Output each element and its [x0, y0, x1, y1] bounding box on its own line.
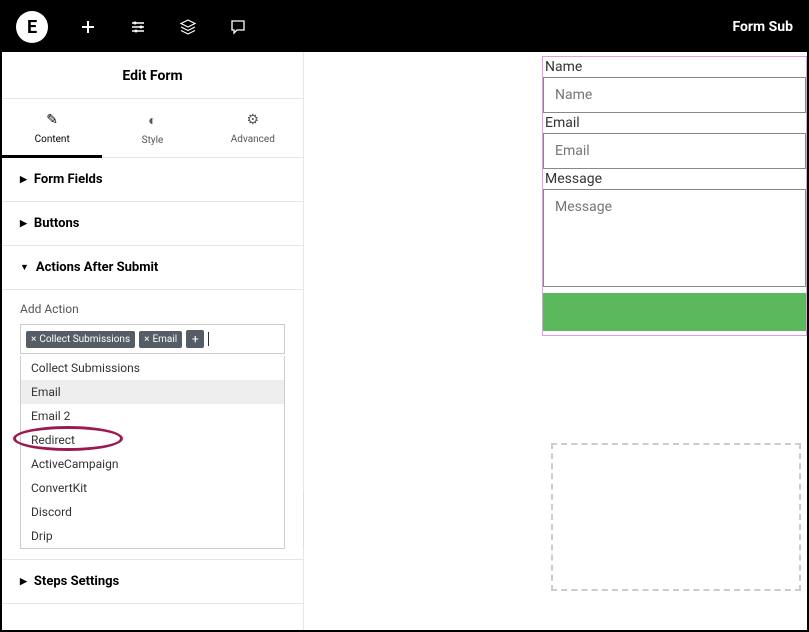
add-action-label: Add Action: [2, 290, 303, 324]
email-input[interactable]: [543, 133, 806, 169]
tab-label: Style: [142, 135, 164, 146]
section-label: Actions After Submit: [36, 260, 158, 275]
dropdown-item-drip[interactable]: Drip: [21, 524, 284, 548]
token-email[interactable]: × Email: [139, 331, 182, 348]
drop-zone[interactable]: [551, 443, 801, 591]
form-preview[interactable]: Name Email Message: [542, 56, 807, 336]
section-actions-after-submit[interactable]: ▼ Actions After Submit: [2, 246, 303, 290]
section-label: Buttons: [34, 216, 80, 231]
text-cursor: [208, 332, 209, 346]
add-token-button[interactable]: +: [186, 330, 204, 348]
add-action-dropdown[interactable]: Collect Submissions Email Email 2 Redire…: [20, 356, 285, 549]
dropdown-item-email-2[interactable]: Email 2: [21, 404, 284, 428]
token-label: Email: [152, 334, 177, 345]
gear-icon: ⚙: [247, 112, 260, 128]
dropdown-item-activecampaign[interactable]: ActiveCampaign: [21, 452, 284, 476]
caret-down-icon: ▼: [20, 262, 29, 273]
section-buttons[interactable]: ▶ Buttons: [2, 202, 303, 246]
layers-icon[interactable]: [178, 17, 198, 37]
panel-title: Edit Form: [2, 52, 303, 99]
message-textarea[interactable]: [543, 189, 806, 287]
comment-icon[interactable]: [228, 17, 248, 37]
add-action-tokenbox[interactable]: × Collect Submissions × Email +: [20, 324, 285, 354]
close-icon[interactable]: ×: [144, 334, 149, 345]
elementor-logo[interactable]: E: [16, 11, 48, 43]
caret-right-icon: ▶: [20, 175, 27, 185]
tab-label: Content: [35, 134, 70, 145]
message-label: Message: [543, 169, 806, 189]
dropdown-item-email[interactable]: Email: [21, 380, 284, 404]
sidebar: Edit Form ✎ Content ◐ Style ⚙ Advanced ▶…: [2, 52, 304, 630]
email-label: Email: [543, 113, 806, 133]
tabs: ✎ Content ◐ Style ⚙ Advanced: [2, 99, 303, 158]
caret-right-icon: ▶: [20, 577, 27, 587]
name-input[interactable]: [543, 77, 806, 113]
topbar-right-text: Form Sub: [732, 19, 793, 35]
pencil-icon: ✎: [46, 112, 58, 128]
add-icon[interactable]: [78, 17, 98, 37]
contrast-icon: ◐: [148, 112, 156, 129]
tab-label: Advanced: [231, 134, 275, 145]
section-form-fields[interactable]: ▶ Form Fields: [2, 158, 303, 202]
token-label: Collect Submissions: [39, 334, 130, 345]
dropdown-item-collect-submissions[interactable]: Collect Submissions: [21, 356, 284, 380]
dropdown-item-discord[interactable]: Discord: [21, 500, 284, 524]
close-icon[interactable]: ×: [31, 334, 36, 345]
name-label: Name: [543, 57, 806, 77]
submit-button[interactable]: [543, 293, 806, 331]
canvas: Name Email Message: [304, 52, 807, 630]
dropdown-item-redirect[interactable]: Redirect: [21, 428, 284, 452]
dropdown-item-convertkit[interactable]: ConvertKit: [21, 476, 284, 500]
token-collect-submissions[interactable]: × Collect Submissions: [26, 331, 135, 348]
tab-style[interactable]: ◐ Style: [102, 99, 202, 157]
tab-content[interactable]: ✎ Content: [2, 99, 102, 158]
tab-advanced[interactable]: ⚙ Advanced: [203, 99, 303, 157]
section-label: Steps Settings: [34, 574, 119, 589]
section-label: Form Fields: [34, 172, 103, 187]
settings-icon[interactable]: [128, 17, 148, 37]
topbar: E Form Sub: [2, 2, 807, 52]
section-steps-settings[interactable]: ▶ Steps Settings: [2, 559, 303, 604]
caret-right-icon: ▶: [20, 219, 27, 229]
